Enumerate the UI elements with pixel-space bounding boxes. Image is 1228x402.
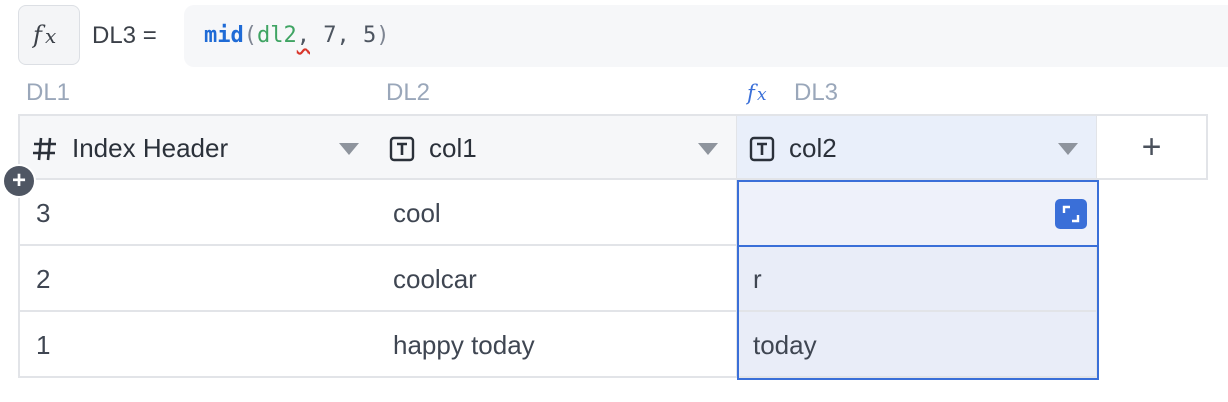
number-hash-icon — [33, 137, 56, 161]
column-header-col2[interactable]: col2 — [737, 114, 1098, 180]
formula-function-name: mid — [204, 23, 244, 48]
caret-down-icon[interactable] — [1058, 143, 1078, 155]
table-cell[interactable]: r — [737, 246, 1098, 312]
table-cell[interactable]: coolcar — [377, 246, 738, 312]
formula-open-paren: ( — [243, 23, 257, 48]
cell-text: 3 — [36, 198, 51, 228]
column-header-label: col1 — [429, 133, 477, 163]
formula-comma: , — [336, 23, 350, 48]
formula-fx-button[interactable]: f x — [18, 5, 80, 65]
add-column-button[interactable]: + — [1097, 114, 1208, 180]
add-row-button[interactable]: + — [4, 166, 34, 196]
formula-arg-start: 7 — [310, 23, 337, 48]
datatable-editor: f x DL3 = mid(dl2, 7, 5) DL1 DL2 f x DL3… — [0, 0, 1228, 402]
expand-cell-button[interactable] — [1055, 199, 1087, 229]
table-cell[interactable]: today — [737, 312, 1098, 378]
cell-text: coolcar — [393, 264, 477, 294]
table-cell[interactable]: 3 — [18, 180, 379, 246]
cell-text: r — [753, 264, 762, 294]
function-fx-icon: f x — [746, 81, 767, 105]
formula-target-label: DL3 = — [92, 22, 157, 49]
expand-icon — [1062, 205, 1080, 223]
formula-error-comma: , — [296, 23, 310, 48]
cell-text: 2 — [36, 264, 51, 294]
column-header-index[interactable]: Index Header — [18, 114, 379, 180]
group-label-dl1[interactable]: DL1 — [26, 78, 70, 108]
caret-down-icon[interactable] — [698, 143, 718, 155]
text-type-icon — [389, 136, 415, 162]
table-cell[interactable]: happy today — [377, 312, 738, 378]
cell-text: today — [753, 330, 817, 360]
table-cell[interactable]: cool — [377, 180, 738, 246]
group-label-dl2[interactable]: DL2 — [386, 78, 430, 108]
group-label-dl3[interactable]: DL3 — [794, 78, 838, 108]
plus-icon: + — [11, 167, 26, 194]
formula-input[interactable]: mid(dl2, 7, 5) — [184, 5, 1228, 67]
column-header-label: col2 — [789, 133, 837, 163]
function-fx-icon: f x — [32, 21, 56, 49]
caret-down-icon[interactable] — [339, 143, 359, 155]
cell-text: happy today — [393, 330, 535, 360]
column-header-label: Index Header — [72, 133, 229, 163]
cell-text: 1 — [36, 330, 51, 360]
column-header-col1[interactable]: col1 — [377, 114, 738, 180]
formula-reference: dl2 — [257, 23, 297, 48]
svg-text:x: x — [45, 24, 56, 48]
formula-close-paren: ) — [376, 23, 390, 48]
cell-text: cool — [393, 198, 441, 228]
plus-icon: + — [1141, 127, 1162, 166]
formula-arg-length: 5 — [349, 23, 377, 48]
active-cell[interactable] — [737, 180, 1099, 247]
text-type-icon — [749, 136, 775, 162]
table-cell[interactable]: 2 — [18, 246, 379, 312]
svg-text:f: f — [32, 21, 46, 49]
svg-text:x: x — [757, 85, 767, 105]
formula-code: mid(dl2, 7, 5) — [204, 20, 390, 52]
table-cell[interactable]: 1 — [18, 312, 379, 378]
